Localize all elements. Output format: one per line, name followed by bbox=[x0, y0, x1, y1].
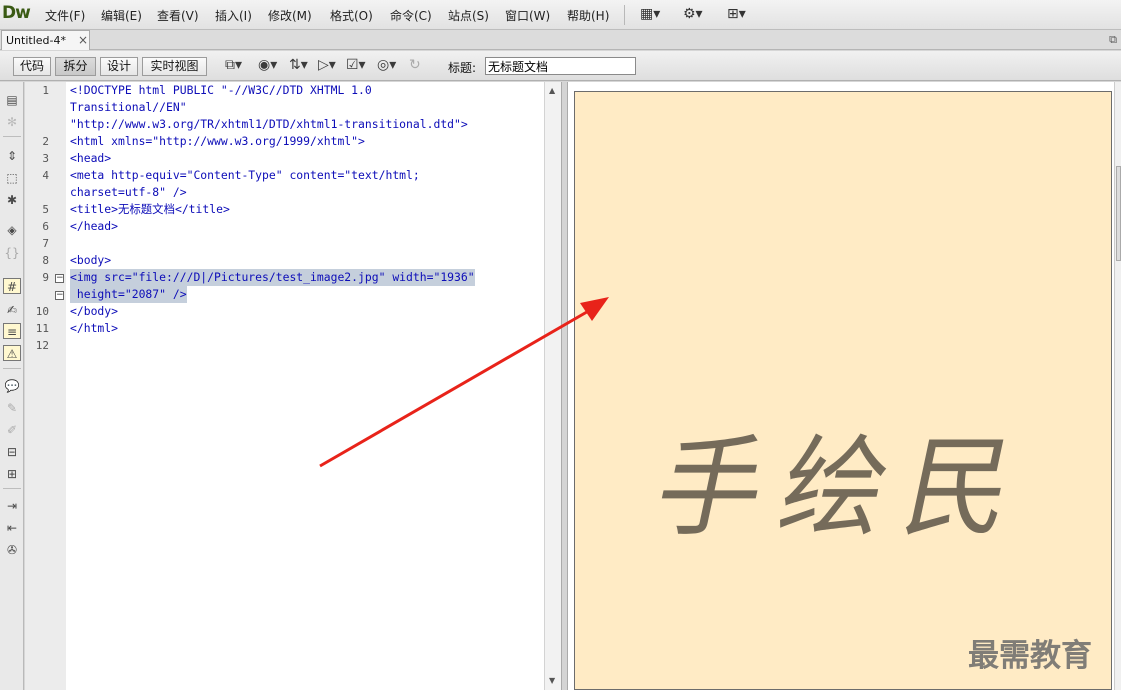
line-number: 9 bbox=[42, 271, 49, 284]
split-view-button[interactable]: 拆分 bbox=[55, 57, 96, 76]
line-number: 1 bbox=[42, 84, 49, 97]
code-line[interactable]: <meta http-equiv="Content-Type" content=… bbox=[70, 167, 420, 184]
open-documents-icon[interactable]: ▤ bbox=[3, 92, 21, 108]
code-line[interactable]: </html> bbox=[70, 320, 118, 337]
design-view-button[interactable]: 设计 bbox=[100, 57, 138, 76]
scroll-up-icon[interactable]: ▲ bbox=[549, 86, 555, 95]
code-line[interactable]: </head> bbox=[70, 218, 118, 235]
code-line[interactable]: <body> bbox=[70, 252, 111, 269]
browser-preview-icon[interactable]: ◉▾ bbox=[258, 57, 277, 73]
select-parent-tag-icon[interactable]: ◈ bbox=[3, 222, 21, 238]
show-code-navigator-icon[interactable]: ✻ bbox=[3, 114, 21, 130]
multiscreen-icon[interactable]: ⧉▾ bbox=[225, 57, 242, 73]
split-view-divider[interactable] bbox=[561, 82, 568, 690]
line-number: 12 bbox=[35, 339, 49, 352]
balance-braces-icon[interactable]: {} bbox=[3, 245, 21, 261]
toolbar-separator bbox=[3, 368, 21, 369]
word-wrap-icon[interactable]: ≡ bbox=[3, 323, 21, 339]
code-view-button[interactable]: 代码 bbox=[13, 57, 51, 76]
site-icon[interactable]: ⊞▾ bbox=[727, 6, 746, 22]
collapse-full-tag-icon[interactable]: ⇕ bbox=[3, 148, 21, 164]
line-number: 11 bbox=[35, 322, 49, 335]
code-line[interactable]: Transitional//EN" bbox=[70, 99, 187, 116]
line-number: 3 bbox=[42, 152, 49, 165]
refresh-icon[interactable]: ↻ bbox=[409, 57, 421, 73]
file-management-icon[interactable]: ⇅▾ bbox=[289, 57, 308, 73]
calligraphy-text: 手绘民 bbox=[645, 423, 1045, 552]
menu-separator bbox=[624, 5, 625, 25]
code-line[interactable]: <html xmlns="http://www.w3.org/1999/xhtm… bbox=[70, 133, 365, 150]
toolbar-separator bbox=[3, 488, 21, 489]
toolbar-separator bbox=[3, 136, 21, 137]
indent-code-icon[interactable]: ⇥ bbox=[3, 498, 21, 514]
validate-markup-icon[interactable]: ☑▾ bbox=[346, 57, 366, 73]
remove-comment-icon[interactable]: ✎ bbox=[3, 400, 21, 416]
menu-modify[interactable]: 修改(M) bbox=[268, 7, 312, 24]
code-editor[interactable]: <!DOCTYPE html PUBLIC "-//W3C//DTD XHTML… bbox=[66, 82, 544, 690]
document-tab[interactable]: Untitled-4* × bbox=[1, 30, 90, 50]
menu-commands[interactable]: 命令(C) bbox=[390, 7, 432, 24]
title-input[interactable] bbox=[485, 57, 636, 75]
code-line[interactable]: <head> bbox=[70, 150, 111, 167]
code-scrollbar[interactable]: ▲ ▼ bbox=[544, 82, 561, 690]
line-number: 6 bbox=[42, 220, 49, 233]
live-view-button[interactable]: 实时视图 bbox=[142, 57, 207, 76]
layout-icon[interactable]: ▦▾ bbox=[640, 6, 660, 22]
apply-comment-icon[interactable]: 💬 bbox=[3, 378, 21, 394]
line-number: 2 bbox=[42, 135, 49, 148]
menu-bar: Dw 文件(F) 编辑(E) 查看(V) 插入(I) 修改(M) 格式(O) 命… bbox=[0, 0, 1121, 30]
line-number-gutter: 1 2 3 4 5 6 7 8 9 − − 10 11 12 bbox=[25, 82, 66, 690]
code-line[interactable]: "http://www.w3.org/TR/xhtml1/DTD/xhtml1-… bbox=[70, 116, 468, 133]
line-number: 7 bbox=[42, 237, 49, 250]
wrap-tag-icon[interactable]: ✐ bbox=[3, 422, 21, 438]
document-toolbar: 代码 拆分 设计 实时视图 ⧉▾ ◉▾ ⇅▾ ▷▾ ☑▾ ◎▾ ↻ 标题: bbox=[0, 51, 1121, 81]
expand-all-icon[interactable]: ✱ bbox=[3, 192, 21, 208]
design-view[interactable]: 手绘民 bbox=[568, 82, 1121, 690]
document-tab-bar: Untitled-4* × ⧉ bbox=[0, 30, 1121, 50]
outdent-code-icon[interactable]: ⇤ bbox=[3, 520, 21, 536]
menu-view[interactable]: 查看(V) bbox=[157, 7, 199, 24]
syntax-error-alerts-icon[interactable]: ⚠ bbox=[3, 345, 21, 361]
menu-window[interactable]: 窗口(W) bbox=[505, 7, 550, 24]
menu-format[interactable]: 格式(O) bbox=[330, 7, 373, 24]
fold-toggle-icon[interactable]: − bbox=[55, 274, 64, 283]
dreamweaver-logo: Dw bbox=[2, 3, 31, 23]
menu-file[interactable]: 文件(F) bbox=[45, 7, 85, 24]
visual-aids-icon[interactable]: ◎▾ bbox=[377, 57, 396, 73]
document-tab-label: Untitled-4* bbox=[6, 34, 66, 47]
line-number: 10 bbox=[35, 305, 49, 318]
menu-site[interactable]: 站点(S) bbox=[448, 7, 489, 24]
fold-toggle-icon[interactable]: − bbox=[55, 291, 64, 300]
scrollbar-thumb[interactable] bbox=[1116, 166, 1121, 261]
menu-insert[interactable]: 插入(I) bbox=[215, 7, 252, 24]
code-line[interactable]: <title>无标题文档</title> bbox=[70, 201, 230, 218]
coding-toolbar: ▤ ✻ ⇕ ⬚ ✱ ◈ {} # ✍ ≡ ⚠ 💬 ✎ ✐ ⊟ ⊞ ⇥ ⇤ ✇ bbox=[0, 82, 24, 690]
check-browser-icon[interactable]: ▷▾ bbox=[318, 57, 336, 73]
title-label: 标题: bbox=[448, 61, 477, 75]
line-number: 5 bbox=[42, 203, 49, 216]
menu-edit[interactable]: 编辑(E) bbox=[101, 7, 142, 24]
format-source-code-icon[interactable]: ✇ bbox=[3, 542, 21, 558]
code-line-selected[interactable]: <img src="file:///D|/Pictures/test_image… bbox=[70, 269, 475, 286]
design-scrollbar[interactable] bbox=[1114, 82, 1121, 690]
code-line-selected[interactable]: height="2087" /> bbox=[70, 286, 187, 303]
restore-window-icon[interactable]: ⧉ bbox=[1109, 33, 1117, 47]
line-number: 4 bbox=[42, 169, 49, 182]
highlight-invalid-code-icon[interactable]: ✍ bbox=[3, 302, 21, 318]
close-icon[interactable]: × bbox=[78, 33, 88, 47]
gear-icon[interactable]: ⚙▾ bbox=[683, 6, 703, 22]
code-line[interactable]: charset=utf-8" /> bbox=[70, 184, 187, 201]
code-line[interactable]: </body> bbox=[70, 303, 118, 320]
collapse-selection-icon[interactable]: ⬚ bbox=[3, 170, 21, 186]
watermark-logo: 最需教育 bbox=[968, 638, 1092, 674]
menu-help[interactable]: 帮助(H) bbox=[567, 7, 609, 24]
move-css-icon[interactable]: ⊞ bbox=[3, 466, 21, 482]
recent-snippets-icon[interactable]: ⊟ bbox=[3, 444, 21, 460]
line-number: 8 bbox=[42, 254, 49, 267]
code-line[interactable]: <!DOCTYPE html PUBLIC "-//W3C//DTD XHTML… bbox=[70, 82, 372, 99]
selected-image[interactable]: 手绘民 bbox=[574, 91, 1112, 690]
scroll-down-icon[interactable]: ▼ bbox=[549, 676, 555, 685]
line-numbers-icon[interactable]: # bbox=[3, 278, 21, 294]
